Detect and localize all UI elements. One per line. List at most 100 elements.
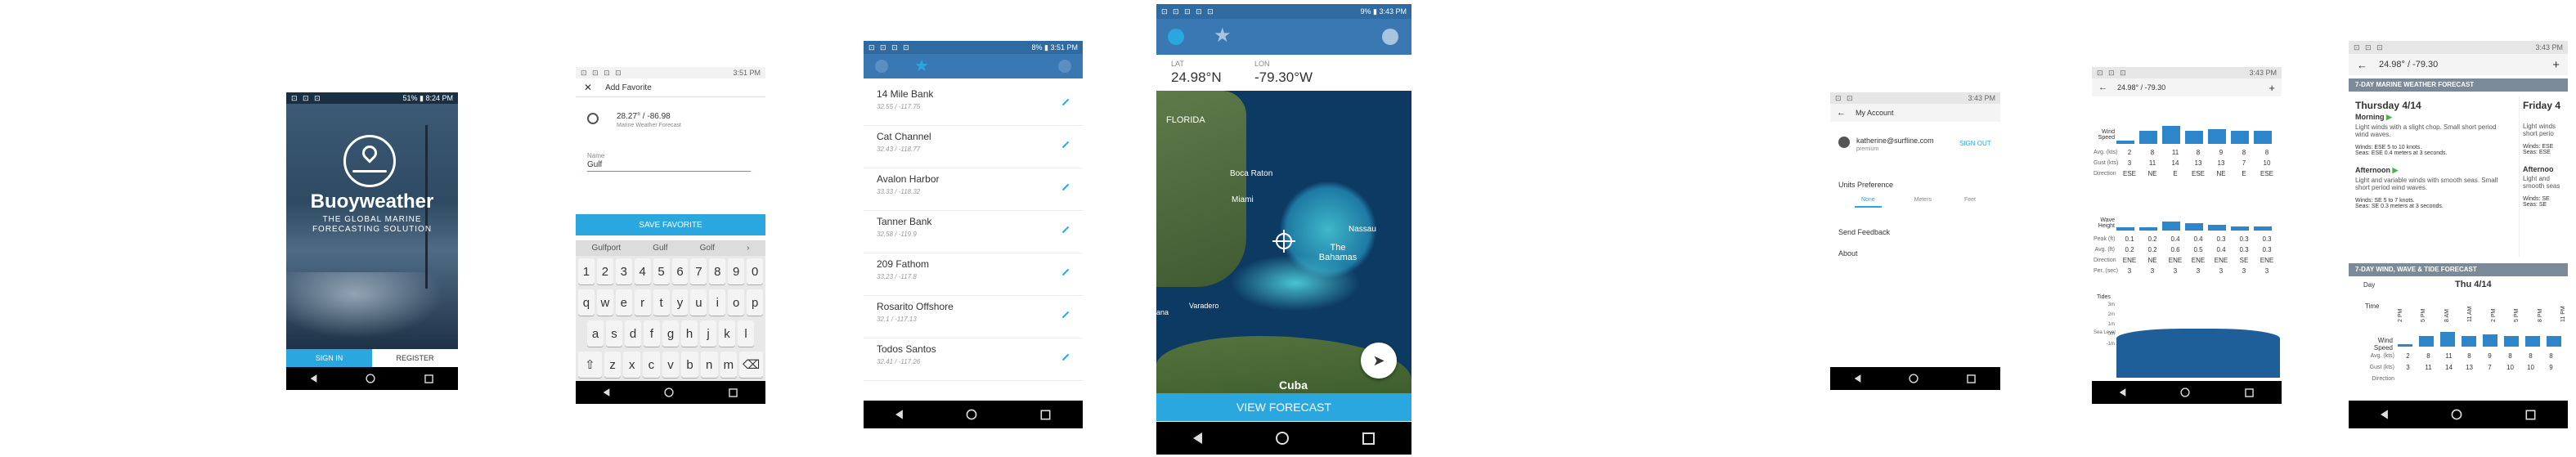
map-label-bahamas: The Bahamas <box>1318 243 1358 262</box>
sign-in-button[interactable]: SIGN IN <box>286 349 372 367</box>
recent-apps-icon[interactable] <box>2245 388 2255 397</box>
key-t[interactable]: t <box>653 289 670 316</box>
list-item[interactable]: Todos Santos 32.41 / -117.26 <box>864 338 1083 381</box>
name-input[interactable]: Gulf <box>587 160 751 172</box>
key-8[interactable]: 8 <box>709 258 726 285</box>
my-location-button[interactable]: ➤ <box>1361 343 1397 379</box>
key-4[interactable]: 4 <box>634 258 651 285</box>
key-i[interactable]: i <box>709 289 726 316</box>
account-icon[interactable] <box>1382 29 1398 45</box>
back-icon[interactable] <box>603 388 610 397</box>
list-item[interactable]: Avalon Harbor 33.33 / -118.32 <box>864 168 1083 211</box>
wave-foam <box>286 272 458 346</box>
crosshair-icon <box>587 113 599 124</box>
star-icon[interactable]: ★ <box>914 56 929 76</box>
key-w[interactable]: w <box>596 289 613 316</box>
key-5[interactable]: 5 <box>653 258 670 285</box>
recent-apps-icon[interactable] <box>2525 410 2536 419</box>
home-icon[interactable] <box>2180 388 2190 397</box>
add-icon[interactable]: + <box>2552 58 2560 72</box>
unit-feet[interactable]: Feet <box>1964 197 1976 208</box>
key-b[interactable]: b <box>681 352 698 378</box>
key-2[interactable]: 2 <box>596 258 613 285</box>
key-6[interactable]: 6 <box>671 258 689 285</box>
key-g[interactable]: g <box>662 320 679 347</box>
key-r[interactable]: r <box>634 289 651 316</box>
key-x[interactable]: x <box>623 352 641 378</box>
list-item[interactable]: Tanner Bank 32.58 / -119.9 <box>864 211 1083 253</box>
add-icon[interactable]: + <box>2269 82 2275 94</box>
key-3[interactable]: 3 <box>615 258 632 285</box>
account-icon[interactable] <box>1058 60 1071 73</box>
home-icon[interactable] <box>966 409 977 420</box>
key-u[interactable]: u <box>690 289 707 316</box>
key-a[interactable]: a <box>587 320 604 347</box>
suggestion-2[interactable]: Gulf <box>653 244 667 253</box>
key-l[interactable]: l <box>738 320 754 347</box>
key-row: qwertyuiop <box>576 287 765 318</box>
back-icon[interactable] <box>1193 432 1202 444</box>
sign-out-button[interactable]: SIGN OUT <box>1959 140 1991 147</box>
back-arrow-icon[interactable]: ← <box>2098 83 2107 92</box>
key-o[interactable]: o <box>728 289 745 316</box>
close-icon[interactable]: ✕ <box>584 82 592 93</box>
key-v[interactable]: v <box>662 352 680 378</box>
back-icon[interactable] <box>2380 410 2388 419</box>
view-forecast-button[interactable]: VIEW FORECAST <box>1156 393 1411 421</box>
key-j[interactable]: j <box>700 320 716 347</box>
unit-meters[interactable]: Meters <box>1914 197 1932 208</box>
back-icon[interactable] <box>2119 388 2126 397</box>
list-item[interactable]: Cat Channel 32.43 / -118.77 <box>864 126 1083 168</box>
home-icon[interactable] <box>664 388 674 397</box>
list-item[interactable]: 209 Fathom 33.23 / -117.8 <box>864 253 1083 296</box>
globe-icon[interactable] <box>1168 29 1184 45</box>
key-c[interactable]: c <box>643 352 660 378</box>
register-button[interactable]: REGISTER <box>372 349 458 367</box>
expand-icon[interactable]: › <box>747 244 749 253</box>
key-e[interactable]: e <box>615 289 632 316</box>
home-icon[interactable] <box>2451 409 2462 420</box>
key-z[interactable]: z <box>604 352 622 378</box>
key-d[interactable]: d <box>625 320 641 347</box>
key-m[interactable]: m <box>720 352 738 378</box>
back-arrow-icon[interactable]: ← <box>1837 108 1846 118</box>
key-1[interactable]: 1 <box>578 258 595 285</box>
suggestion-3[interactable]: Golf <box>700 244 715 253</box>
home-icon[interactable] <box>1909 374 1919 383</box>
backspace-key[interactable]: ⌫ <box>739 352 763 378</box>
back-icon[interactable] <box>1854 374 1861 383</box>
shift-key[interactable]: ⇧ <box>578 352 602 378</box>
key-f[interactable]: f <box>644 320 660 347</box>
globe-icon[interactable] <box>875 60 888 73</box>
key-k[interactable]: k <box>719 320 735 347</box>
key-n[interactable]: n <box>700 352 718 378</box>
home-icon[interactable] <box>1276 432 1289 445</box>
key-h[interactable]: h <box>681 320 698 347</box>
key-y[interactable]: y <box>671 289 689 316</box>
unit-none[interactable]: None <box>1854 197 1882 208</box>
star-icon[interactable]: ★ <box>1214 24 1232 47</box>
recent-apps-icon[interactable] <box>1040 410 1051 419</box>
back-arrow-icon[interactable]: ← <box>2357 59 2367 71</box>
suggestion-1[interactable]: Gulfport <box>592 244 622 253</box>
key-q[interactable]: q <box>578 289 595 316</box>
back-icon[interactable] <box>895 410 903 419</box>
recent-apps-icon[interactable] <box>424 374 433 383</box>
key-9[interactable]: 9 <box>728 258 745 285</box>
list-item[interactable]: 14 Mile Bank 32.55 / -117.75 <box>864 83 1083 126</box>
key-7[interactable]: 7 <box>690 258 707 285</box>
satellite-map[interactable]: FLORIDA Boca Raton Miami Nassau The Baha… <box>1156 91 1411 393</box>
crosshair-icon[interactable] <box>1272 230 1295 253</box>
recent-apps-icon[interactable] <box>1967 374 1977 383</box>
send-feedback[interactable]: Send Feedback <box>1838 228 1890 236</box>
about[interactable]: About <box>1838 249 1858 258</box>
key-0[interactable]: 0 <box>747 258 764 285</box>
back-icon[interactable] <box>310 374 317 383</box>
key-s[interactable]: s <box>606 320 622 347</box>
recent-apps-icon[interactable] <box>729 388 738 397</box>
home-icon[interactable] <box>366 374 375 383</box>
save-favorite-button[interactable]: SAVE FAVORITE <box>576 214 765 235</box>
recent-apps-icon[interactable] <box>1362 432 1375 445</box>
key-p[interactable]: p <box>747 289 764 316</box>
list-item[interactable]: Rosarito Offshore 32.1 / -117.13 <box>864 296 1083 338</box>
